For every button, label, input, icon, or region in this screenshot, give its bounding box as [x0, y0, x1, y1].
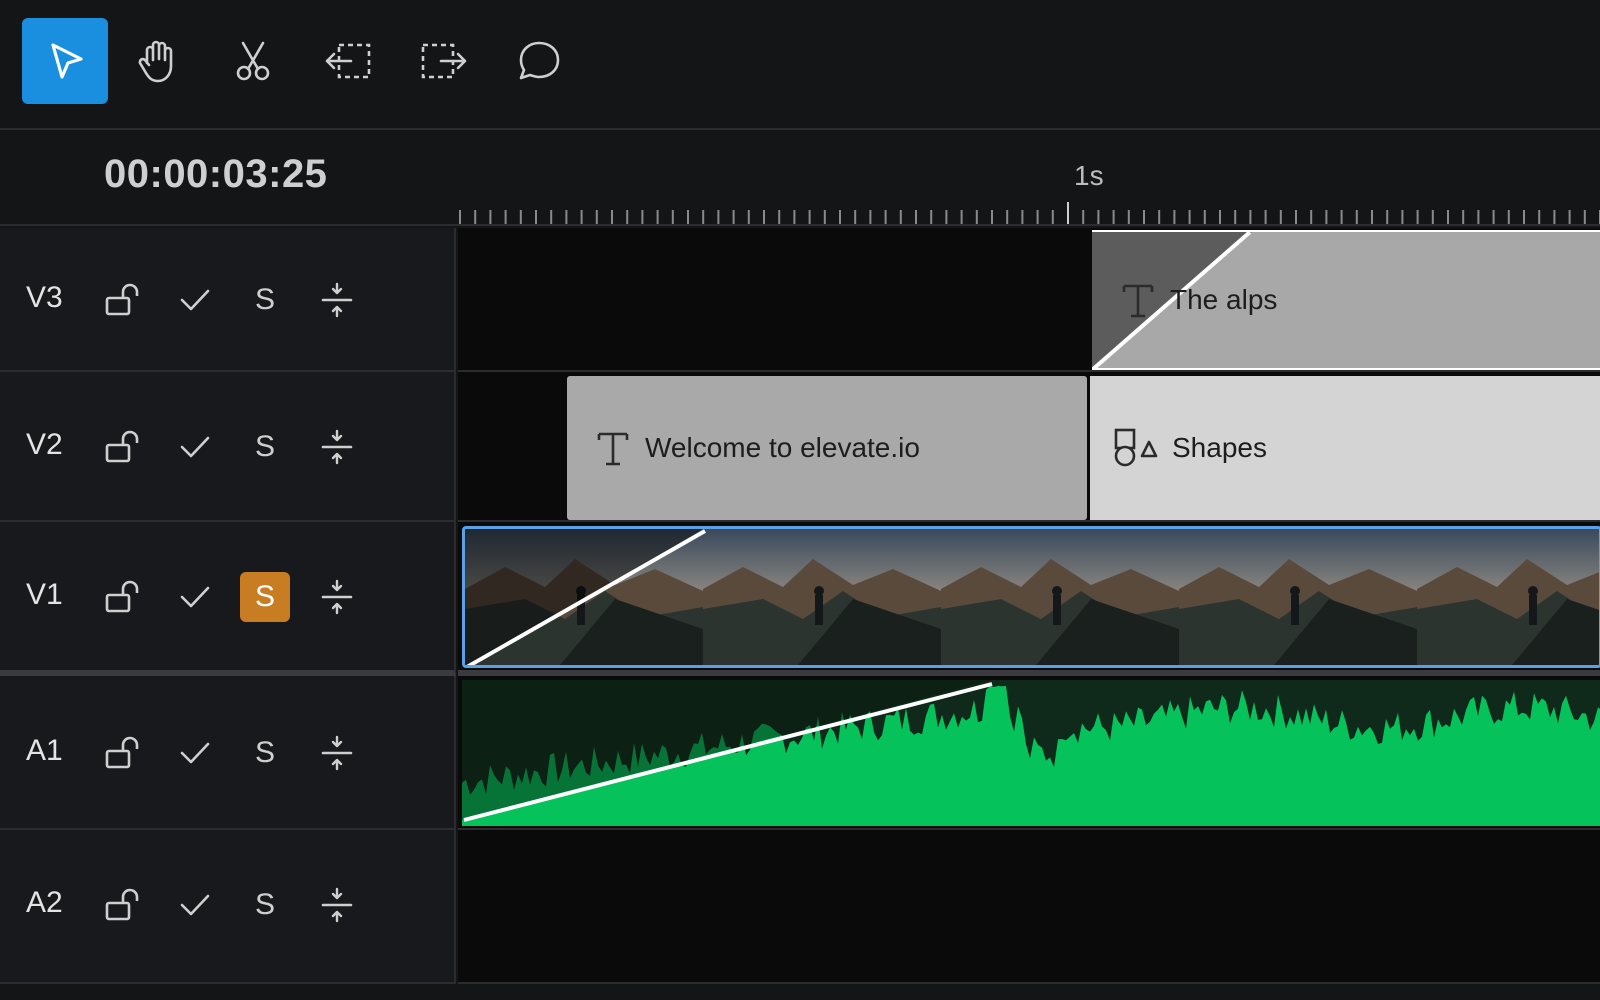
hand-icon	[138, 40, 173, 83]
shapes-icon	[1114, 428, 1158, 467]
solo-button[interactable]: S	[240, 275, 290, 325]
track-name: V1	[26, 578, 63, 611]
track-lane[interactable]	[458, 522, 1600, 676]
unlock-icon	[105, 283, 139, 316]
track-height-handle[interactable]	[312, 275, 362, 325]
checkmark-icon	[180, 742, 210, 764]
track-header: V3 S	[0, 228, 456, 372]
timeline-header: 00:00:03:25 1s	[0, 130, 1600, 226]
unlock-icon	[105, 888, 139, 921]
solo-button[interactable]: S	[240, 422, 290, 472]
timecode-display: 00:00:03:25	[104, 152, 328, 196]
hand-tool-button[interactable]	[114, 18, 200, 104]
scissors-icon	[236, 41, 270, 81]
visibility-toggle[interactable]	[170, 728, 220, 778]
lock-toggle[interactable]	[98, 728, 148, 778]
text-icon	[1122, 284, 1154, 318]
solo-button[interactable]: S	[240, 572, 290, 622]
lock-toggle[interactable]	[98, 572, 148, 622]
comment-tool-button[interactable]	[496, 18, 582, 104]
select-tool-button[interactable]	[22, 18, 108, 104]
solo-button[interactable]: S	[240, 880, 290, 930]
visibility-toggle[interactable]	[170, 422, 220, 472]
ruler-ticks	[459, 202, 1600, 224]
trim-left-tool-button[interactable]	[306, 18, 392, 104]
checkmark-icon	[180, 586, 210, 608]
track-name: A1	[26, 734, 63, 767]
checkmark-icon	[180, 436, 210, 458]
visibility-toggle[interactable]	[170, 880, 220, 930]
resize-icon	[321, 887, 353, 923]
track-a1: A1 S	[0, 676, 1600, 830]
track-lane[interactable]: The alps	[458, 228, 1600, 372]
trim-left-icon	[325, 43, 371, 79]
text-icon	[597, 432, 629, 466]
video-thumbnail	[465, 529, 1599, 665]
unlock-icon	[105, 736, 139, 769]
trim-right-icon	[421, 43, 467, 79]
track-header: V2 S	[0, 372, 456, 522]
pointer-icon	[51, 43, 83, 79]
clip-welcome[interactable]: Welcome to elevate.io	[567, 376, 1087, 520]
time-ruler[interactable]: 1s	[458, 130, 1600, 226]
clip-label: Welcome to elevate.io	[645, 432, 920, 463]
clip-label: Shapes	[1172, 432, 1267, 463]
track-v2: V2 S Welcome to elevate.io Shapes	[0, 372, 1600, 522]
resize-icon	[321, 282, 353, 318]
lock-toggle[interactable]	[98, 422, 148, 472]
cut-tool-button[interactable]	[210, 18, 296, 104]
track-name: A2	[26, 886, 63, 919]
track-header: A2 S	[0, 830, 456, 984]
lock-toggle[interactable]	[98, 880, 148, 930]
resize-icon	[321, 429, 353, 465]
resize-icon	[321, 735, 353, 771]
solo-button[interactable]: S	[240, 728, 290, 778]
track-lane[interactable]	[458, 830, 1600, 984]
track-height-handle[interactable]	[312, 572, 362, 622]
clip-label: The alps	[1170, 284, 1278, 315]
toolbar	[0, 0, 1600, 130]
track-v1: V1 S	[0, 522, 1600, 676]
visibility-toggle[interactable]	[170, 572, 220, 622]
checkmark-icon	[180, 289, 210, 311]
clip-video-mountains[interactable]	[462, 526, 1600, 668]
track-lane[interactable]: Welcome to elevate.io Shapes	[458, 372, 1600, 522]
track-height-handle[interactable]	[312, 728, 362, 778]
track-header: A1 S	[0, 676, 456, 830]
clip-shapes[interactable]: Shapes	[1090, 376, 1600, 520]
lock-toggle[interactable]	[98, 275, 148, 325]
track-height-handle[interactable]	[312, 880, 362, 930]
waveform	[462, 680, 1600, 826]
clip-the-alps[interactable]: The alps	[1092, 230, 1600, 370]
unlock-icon	[105, 430, 139, 463]
track-name: V2	[26, 428, 63, 461]
track-header: V1 S	[0, 522, 456, 676]
resize-icon	[321, 579, 353, 615]
clip-audio[interactable]	[462, 680, 1600, 826]
unlock-icon	[105, 580, 139, 613]
track-lane[interactable]	[458, 676, 1600, 830]
trim-right-tool-button[interactable]	[400, 18, 486, 104]
visibility-toggle[interactable]	[170, 275, 220, 325]
ruler-label: 1s	[1074, 160, 1104, 191]
track-v3: V3 S The alps	[0, 228, 1600, 372]
timeline-tracks: V3 S The alps V2 S Welcome to elevate.io…	[0, 228, 1600, 1000]
track-name: V3	[26, 281, 63, 314]
checkmark-icon	[180, 894, 210, 916]
track-a2: A2 S	[0, 830, 1600, 984]
comment-icon	[519, 41, 560, 80]
track-height-handle[interactable]	[312, 422, 362, 472]
